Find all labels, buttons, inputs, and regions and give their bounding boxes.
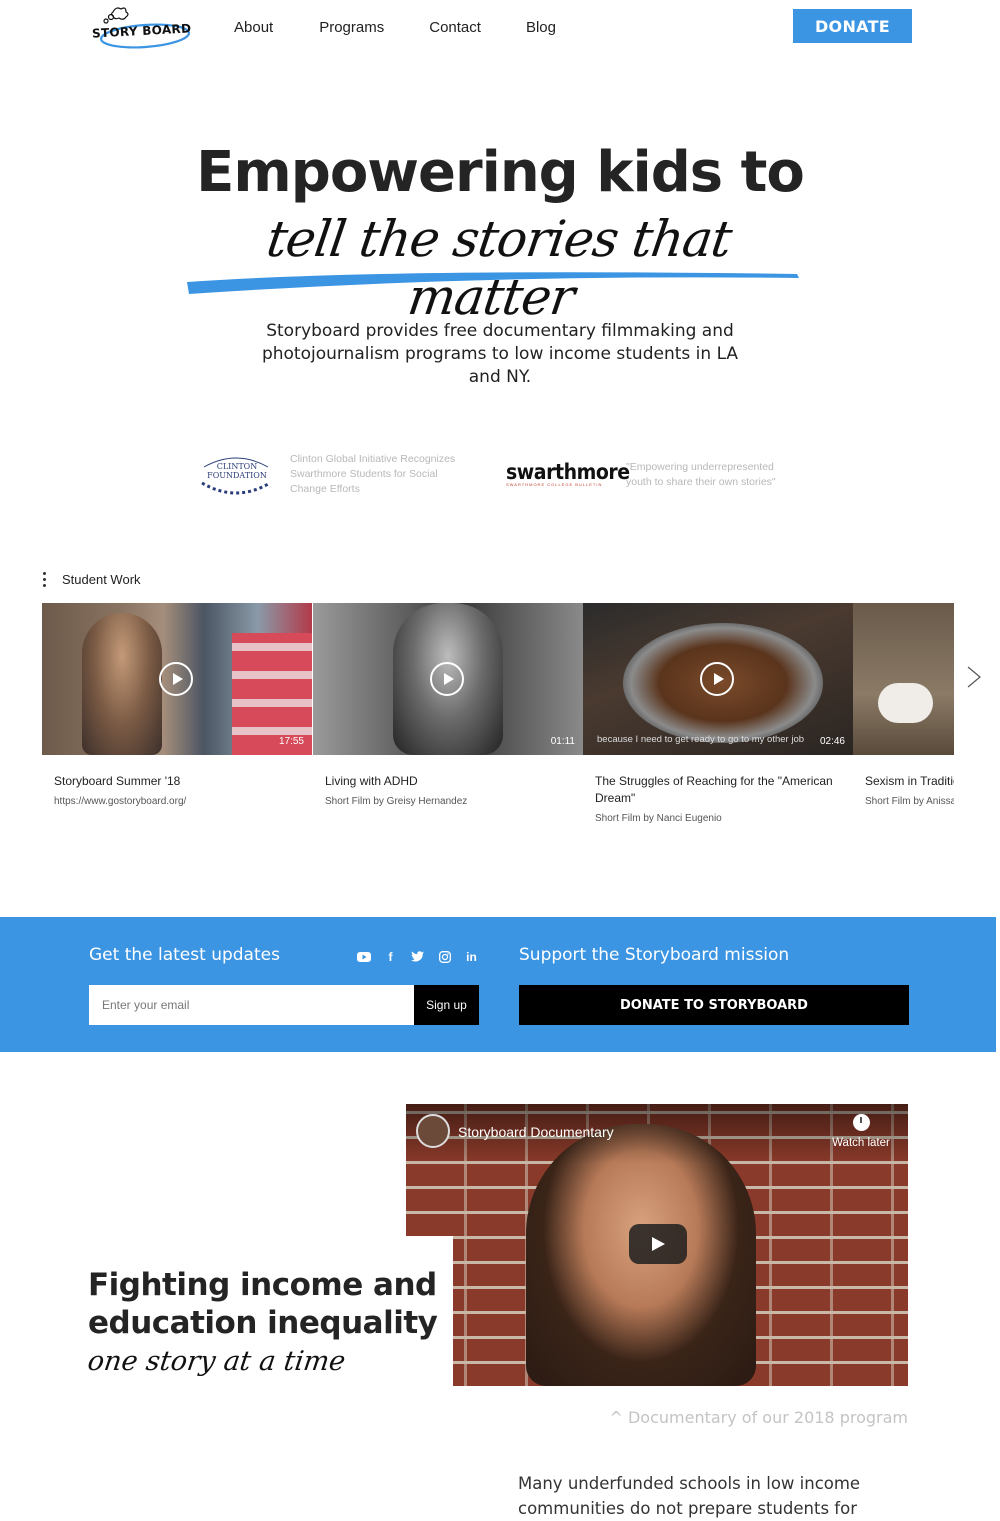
linkedin-icon[interactable]: in [464, 949, 479, 964]
video-subtitle: Short Film by Nanci Eugenio [595, 813, 722, 824]
donate-button[interactable]: DONATE [793, 9, 912, 43]
video-thumbnail[interactable]: 17:55 [42, 603, 312, 755]
hero-script-block: tell the stories that matter [185, 210, 805, 326]
nav-blog[interactable]: Blog [526, 19, 556, 36]
youtube-play-icon[interactable] [629, 1224, 687, 1264]
storyboard-logo[interactable]: STORY BOARD [90, 4, 194, 50]
clinton-press-quote[interactable]: Clinton Global Initiative Recognizes Swa… [290, 452, 465, 497]
signup-button[interactable]: Sign up [414, 985, 479, 1025]
clinton-logo-line1: CLINTON [216, 462, 258, 471]
instagram-icon[interactable] [437, 949, 452, 964]
student-work-header: Student Work [40, 572, 141, 587]
video-carousel: 17:55 Storyboard Summer '18 https://www.… [42, 603, 954, 843]
nav-contact[interactable]: Contact [429, 19, 481, 36]
clock-icon [852, 1114, 870, 1131]
youtube-embed[interactable]: Storyboard Documentary Watch later [406, 1104, 908, 1386]
clinton-logo-line2: FOUNDATION [207, 471, 267, 480]
channel-avatar[interactable] [416, 1114, 450, 1148]
updates-label: Get the latest updates [89, 945, 280, 965]
video-card[interactable]: 17:55 Storyboard Summer '18 https://www.… [42, 603, 312, 807]
video-thumbnail[interactable]: 01:11 [313, 603, 583, 755]
video-subtitle: Short Film by Greisy Hernandez [325, 796, 468, 807]
video-subtitle: https://www.gostoryboard.org/ [54, 796, 187, 807]
video-title[interactable]: Living with ADHD [325, 773, 571, 790]
youtube-icon[interactable] [356, 949, 371, 964]
support-label: Support the Storyboard mission [519, 945, 790, 965]
clinton-logo-text: CLINTON FOUNDATION [202, 462, 272, 480]
chevron-right-icon[interactable] [966, 666, 982, 688]
video-title[interactable]: The Struggles of Reaching for the "Ameri… [595, 773, 841, 807]
main-nav: About Programs Contact Blog [234, 19, 602, 36]
video-duration: 01:11 [550, 736, 575, 747]
watch-later-label: Watch later [832, 1137, 890, 1149]
clinton-foundation-logo[interactable]: CLINTON FOUNDATION [196, 453, 276, 497]
video-duration: 02:46 [819, 736, 845, 747]
swarthmore-press-quote[interactable]: "Empowering underrepresented youth to sh… [626, 460, 801, 490]
video-card[interactable]: 01:11 Living with ADHD Short Film by Gre… [313, 603, 583, 807]
mission-title: Fighting income and education inequality [88, 1267, 438, 1341]
video-thumbnail[interactable]: because I need to get ready to go to my … [583, 603, 853, 755]
mission-body-text: Many underfunded schools in low income c… [518, 1474, 861, 1518]
twitter-icon[interactable] [410, 949, 425, 964]
student-work-title: Student Work [62, 572, 141, 587]
video-thumbnail[interactable] [853, 603, 954, 755]
nav-about[interactable]: About [234, 19, 273, 36]
video-subtitle: Short Film by Anissa [865, 796, 954, 807]
video-card[interactable]: Sexism in Traditio Short Film by Anissa [853, 603, 954, 807]
newsletter-strip: Get the latest updates f in Sign up Supp… [0, 917, 996, 1052]
play-icon[interactable] [700, 662, 734, 696]
nav-programs[interactable]: Programs [319, 19, 384, 36]
swarthmore-logo[interactable]: swarthmore SWARTHMORE COLLEGE BULLETIN [506, 460, 643, 487]
video-duration: 17:55 [278, 736, 304, 747]
press-logos: CLINTON FOUNDATION Clinton Global Initia… [0, 448, 1000, 508]
video-embed-title[interactable]: Storyboard Documentary [458, 1124, 614, 1140]
social-links: f in [356, 949, 479, 964]
hero-script-text: tell the stories that matter [263, 210, 735, 326]
thumbnail-figure [82, 613, 162, 755]
watch-later-button[interactable]: Watch later [826, 1114, 896, 1149]
play-icon[interactable] [430, 662, 464, 696]
mission-script: one story at a time [85, 1346, 348, 1377]
site-header: STORY BOARD About Programs Contact Blog … [0, 0, 1000, 56]
swarthmore-wordmark: swarthmore [506, 460, 630, 484]
hero-description: Storyboard provides free documentary fil… [261, 321, 739, 387]
video-title[interactable]: Sexism in Traditio [865, 773, 954, 790]
hero-title: Empowering kids to [196, 140, 805, 205]
video-caption: because I need to get ready to go to my … [597, 734, 805, 745]
donate-to-storyboard-button[interactable]: DONATE TO STORYBOARD [519, 985, 909, 1025]
video-title[interactable]: Storyboard Summer '18 [54, 773, 300, 790]
play-icon[interactable] [159, 662, 193, 696]
video-card[interactable]: because I need to get ready to go to my … [583, 603, 853, 824]
facebook-icon[interactable]: f [383, 949, 398, 964]
more-options-icon[interactable] [40, 572, 48, 587]
documentary-caption: ^ Documentary of our 2018 program [609, 1408, 908, 1427]
email-input[interactable] [89, 985, 415, 1025]
thumbnail-animal [878, 683, 933, 723]
